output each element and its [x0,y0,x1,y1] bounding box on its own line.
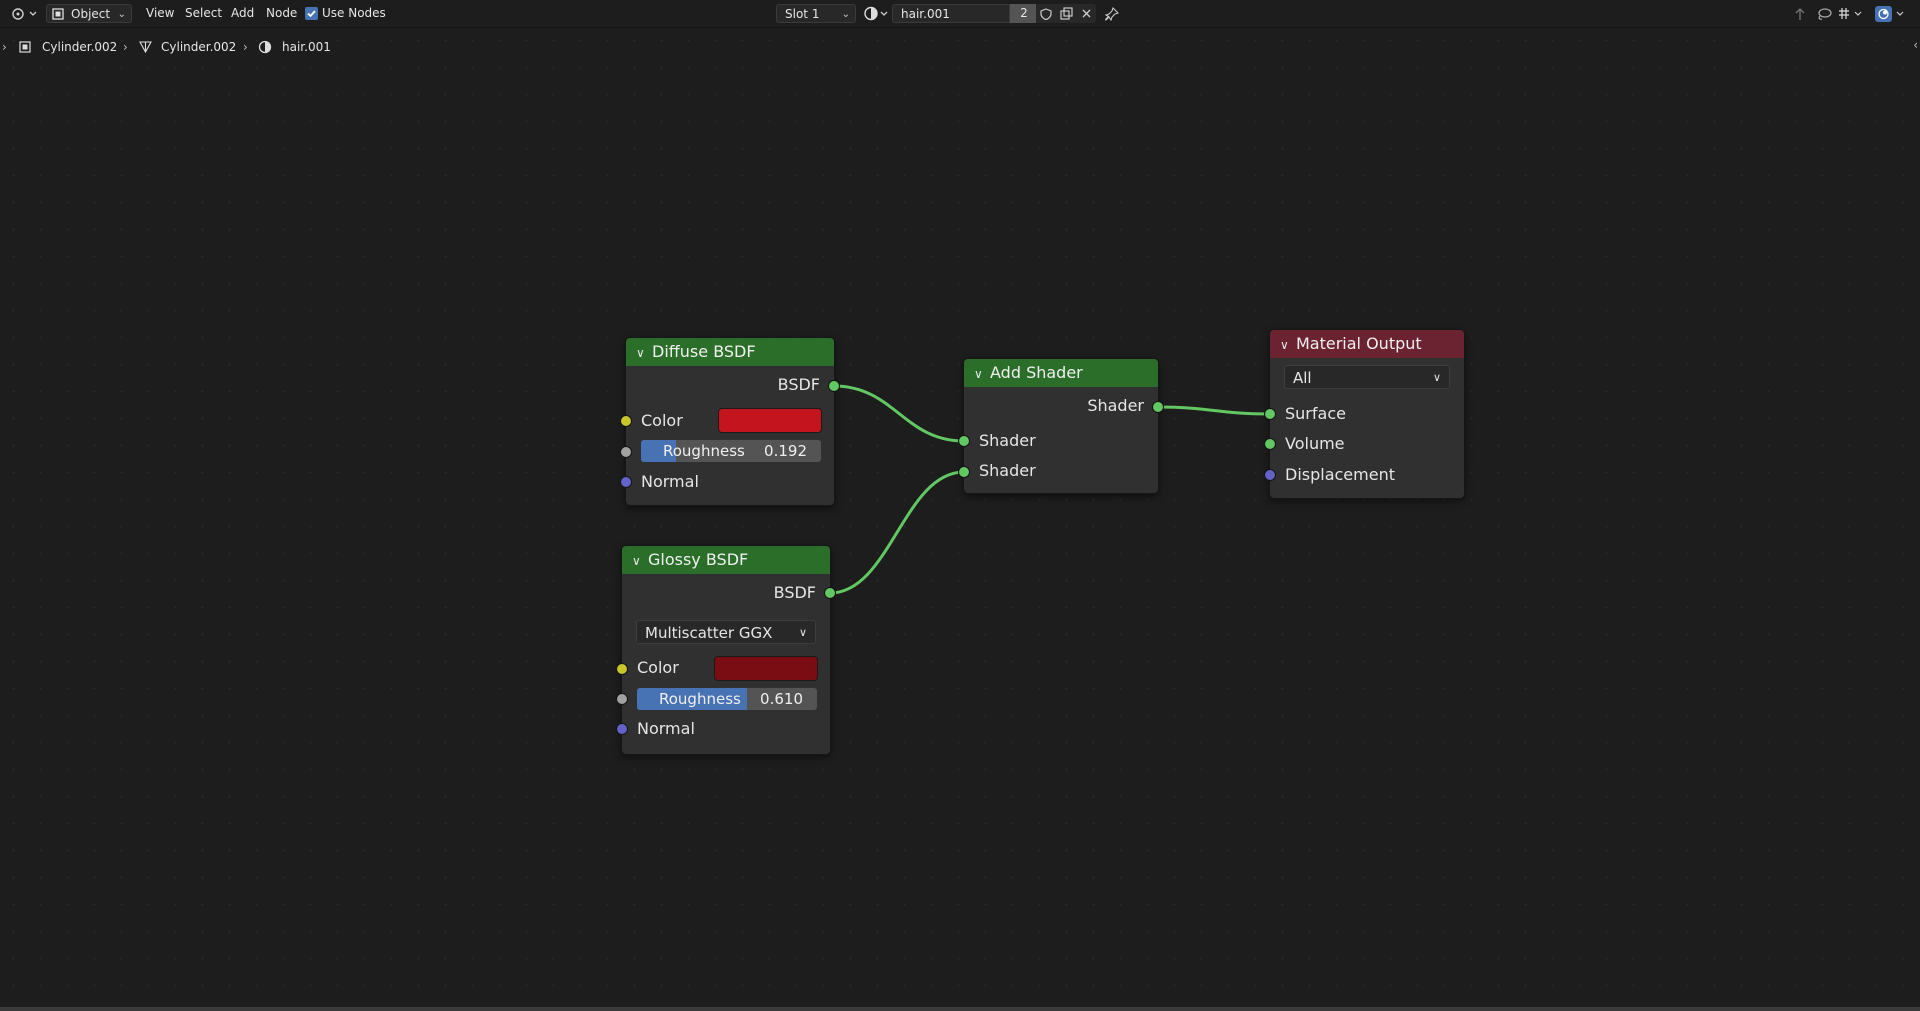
color-label: Color [637,658,679,677]
chevron-down-icon: ∨ [798,626,807,639]
displacement-label: Displacement [1285,465,1395,484]
distribution-value: Multiscatter GGX [645,624,773,642]
output-bsdf-socket[interactable] [829,381,839,391]
distribution-dropdown[interactable]: Multiscatter GGX ∨ [636,620,816,644]
input-shader-1-socket[interactable] [959,436,969,446]
node-header[interactable]: ∨ Diffuse BSDF [626,338,834,366]
slider-label: Roughness [663,442,745,460]
output-shader-label: Shader [1087,396,1144,415]
normal-label: Normal [637,719,695,738]
link-diffuse-to-add[interactable] [833,384,965,443]
output-shader-socket[interactable] [1153,402,1163,412]
color-label: Color [641,411,683,430]
link-add-to-output[interactable] [1157,405,1271,416]
chevron-down-icon[interactable]: ∨ [632,547,648,575]
node-title: Glossy BSDF [648,550,749,569]
diffuse-bsdf-node[interactable]: ∨ Diffuse BSDF BSDF Color Roughness 0.192… [621,338,839,505]
node-title: Material Output [1296,334,1422,353]
node-title: Add Shader [990,363,1083,382]
chevron-down-icon: ∨ [1432,371,1441,384]
node-header[interactable]: ∨ Add Shader [964,359,1158,387]
normal-label: Normal [641,472,699,491]
input-shader-2-label: Shader [979,461,1036,480]
glossy-bsdf-node[interactable]: ∨ Glossy BSDF BSDF Multiscatter GGX ∨ Col… [617,546,835,754]
input-volume-socket[interactable] [1265,439,1275,449]
link-glossy-to-add[interactable] [829,470,965,595]
input-color-socket[interactable] [617,664,627,674]
slider-label: Roughness [659,690,741,708]
slider-value: 0.192 [764,442,807,460]
input-color-socket[interactable] [621,416,631,426]
input-shader-2-socket[interactable] [959,467,969,477]
output-bsdf-label: BSDF [777,375,820,394]
node-title: Diffuse BSDF [652,342,756,361]
input-shader-1-label: Shader [979,431,1036,450]
color-swatch[interactable] [715,657,817,680]
input-displacement-socket[interactable] [1265,470,1275,480]
input-normal-socket[interactable] [617,724,627,734]
chevron-down-icon[interactable]: ∨ [974,360,990,388]
color-swatch[interactable] [719,409,821,432]
input-surface-socket[interactable] [1265,409,1275,419]
horizontal-scrollbar[interactable] [0,1007,1920,1011]
input-roughness-socket[interactable] [617,694,627,704]
node-header[interactable]: ∨ Material Output [1270,330,1464,358]
output-bsdf-label: BSDF [773,583,816,602]
input-roughness-socket[interactable] [621,447,631,457]
roughness-slider[interactable]: Roughness 0.610 [637,688,817,710]
add-shader-node[interactable]: ∨ Add Shader Shader Shader Shader [959,359,1163,493]
surface-label: Surface [1285,404,1346,423]
output-bsdf-socket[interactable] [825,588,835,598]
chevron-down-icon[interactable]: ∨ [636,339,652,367]
input-normal-socket[interactable] [621,477,631,487]
node-links [829,384,1271,595]
target-value: All [1293,369,1312,387]
chevron-down-icon[interactable]: ∨ [1280,331,1296,359]
roughness-slider[interactable]: Roughness 0.192 [641,440,821,462]
material-output-node[interactable]: ∨ Material Output All ∨ Surface Volume Di… [1265,330,1464,498]
slider-value: 0.610 [760,690,803,708]
volume-label: Volume [1285,434,1345,453]
node-header[interactable]: ∨ Glossy BSDF [622,546,830,574]
target-dropdown[interactable]: All ∨ [1284,365,1450,389]
